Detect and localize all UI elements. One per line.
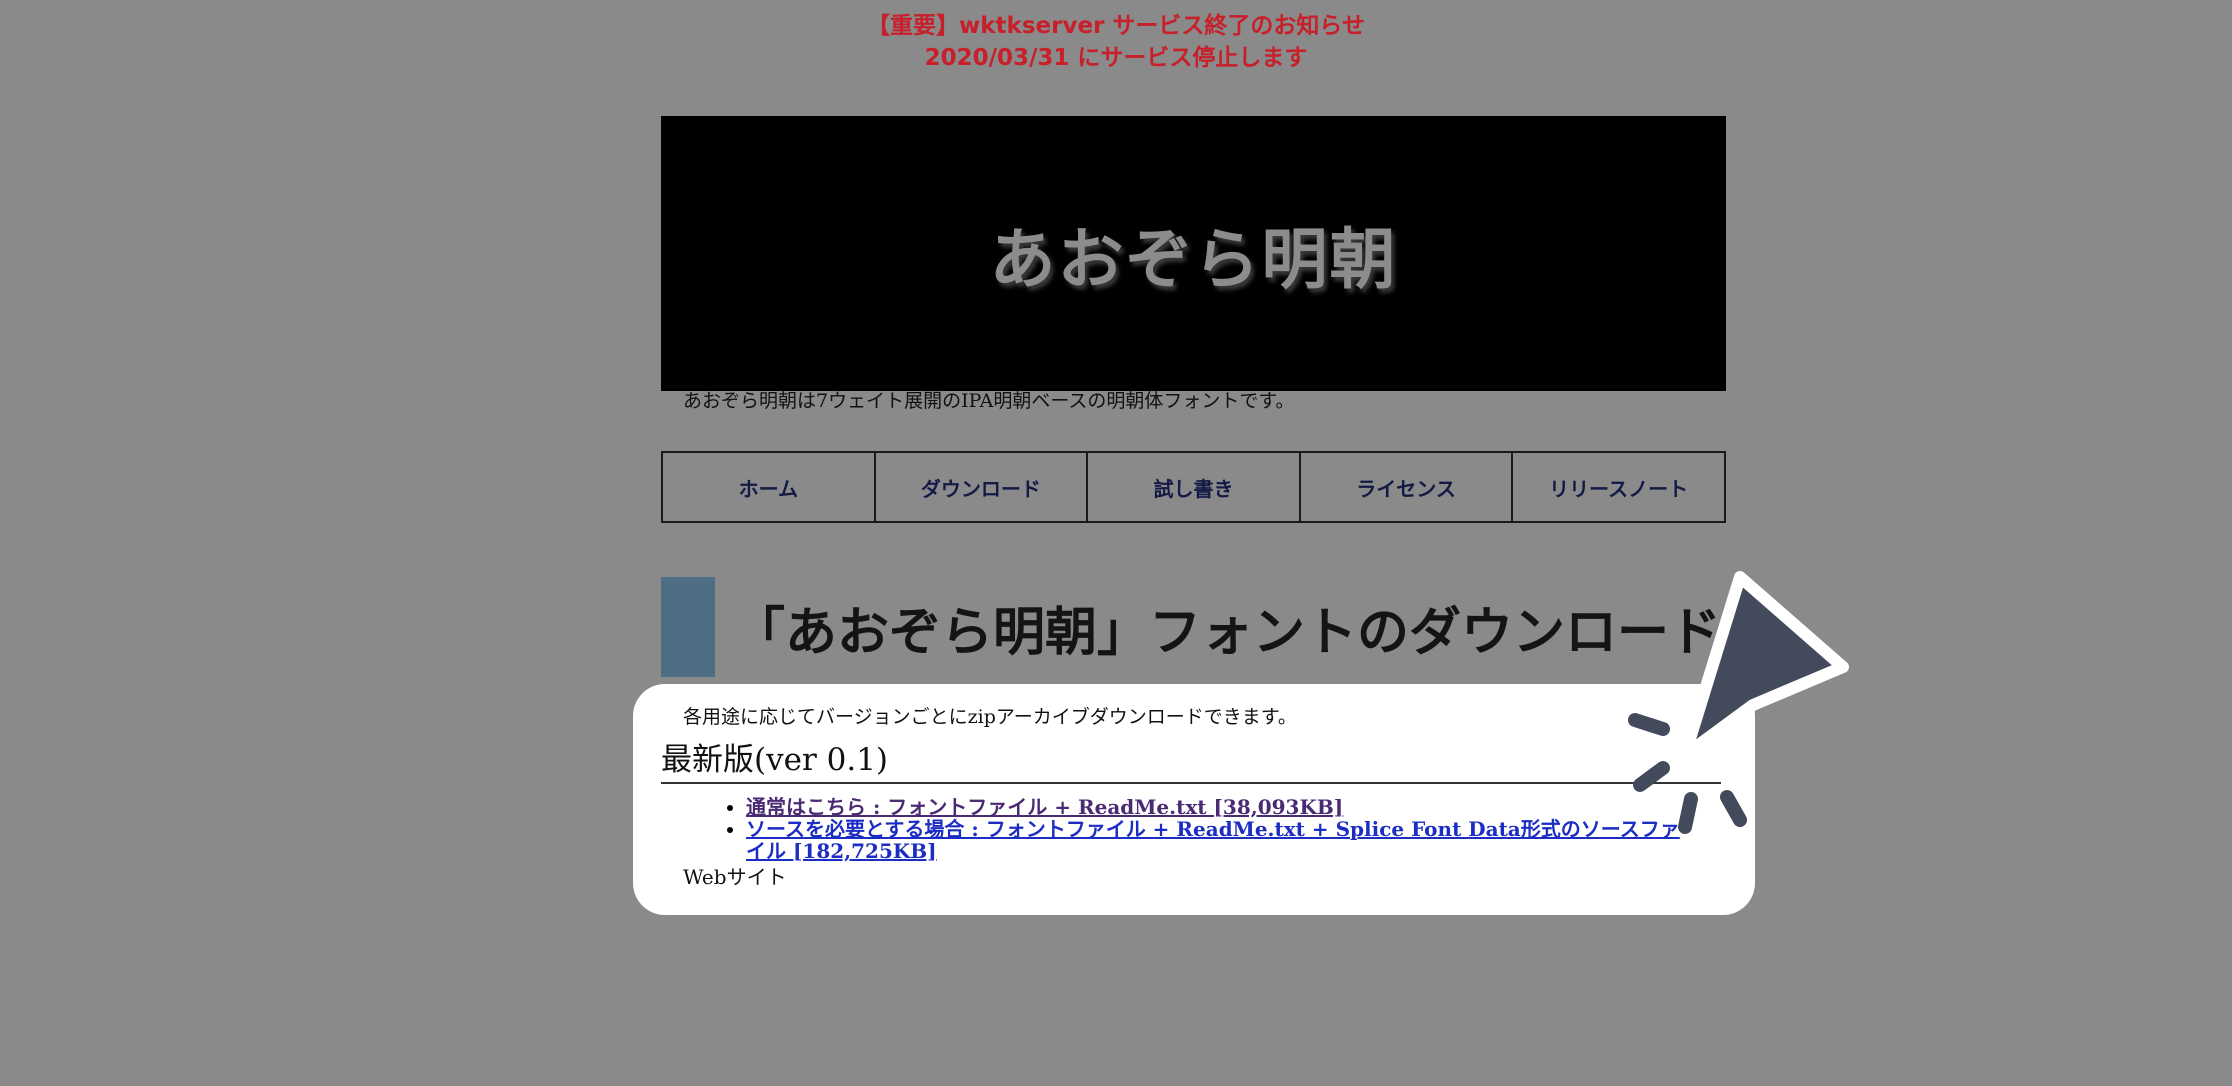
site-tagline: あおぞら明朝は7ウェイト展開のIPA明朝ベースの明朝体フォントです。: [683, 390, 1295, 412]
nav-release-notes[interactable]: リリースノート: [1513, 453, 1724, 521]
download-card: 各用途に応じてバージョンごとにzipアーカイブダウンロードできます。 最新版(v…: [633, 684, 1755, 915]
download-description: 各用途に応じてバージョンごとにzipアーカイブダウンロードできます。: [683, 706, 1297, 728]
download-list: 通常はこちら : フォントファイル + ReadMe.txt [38,093KB…: [746, 796, 1686, 862]
nav-home[interactable]: ホーム: [663, 453, 876, 521]
list-item: ソースを必要とする場合 : フォントファイル + ReadMe.txt + Sp…: [746, 818, 1686, 862]
list-item: 通常はこちら : フォントファイル + ReadMe.txt [38,093KB…: [746, 796, 1686, 818]
nav-download[interactable]: ダウンロード: [876, 453, 1089, 521]
cursor-click-icon: [1628, 571, 1849, 834]
site-banner: あおぞら明朝: [661, 116, 1726, 391]
service-notice: 【重要】wktkserver サービス終了のお知らせ 2020/03/31 にサ…: [0, 10, 2232, 74]
banner-title: あおぞら明朝: [989, 220, 1398, 298]
version-title: 最新版(ver 0.1): [661, 740, 1721, 784]
nav-try-writing[interactable]: 試し書き: [1088, 453, 1301, 521]
nav-license[interactable]: ライセンス: [1301, 453, 1514, 521]
download-link-with-source[interactable]: ソースを必要とする場合 : フォントファイル + ReadMe.txt + Sp…: [746, 817, 1680, 863]
notice-line-2: 2020/03/31 にサービス停止します: [924, 45, 1308, 71]
main-nav: ホーム ダウンロード 試し書き ライセンス リリースノート: [661, 451, 1726, 523]
page-heading: 「あおぞら明朝」フォントのダウンロード: [661, 577, 1726, 677]
heading-accent-bar: [661, 577, 715, 677]
download-link-standard[interactable]: 通常はこちら : フォントファイル + ReadMe.txt [38,093KB…: [746, 795, 1343, 819]
notice-line-1: 【重要】wktkserver サービス終了のお知らせ: [867, 13, 1365, 39]
website-label: Webサイト: [683, 865, 787, 889]
page-title: 「あおぞら明朝」フォントのダウンロード: [733, 602, 1722, 663]
